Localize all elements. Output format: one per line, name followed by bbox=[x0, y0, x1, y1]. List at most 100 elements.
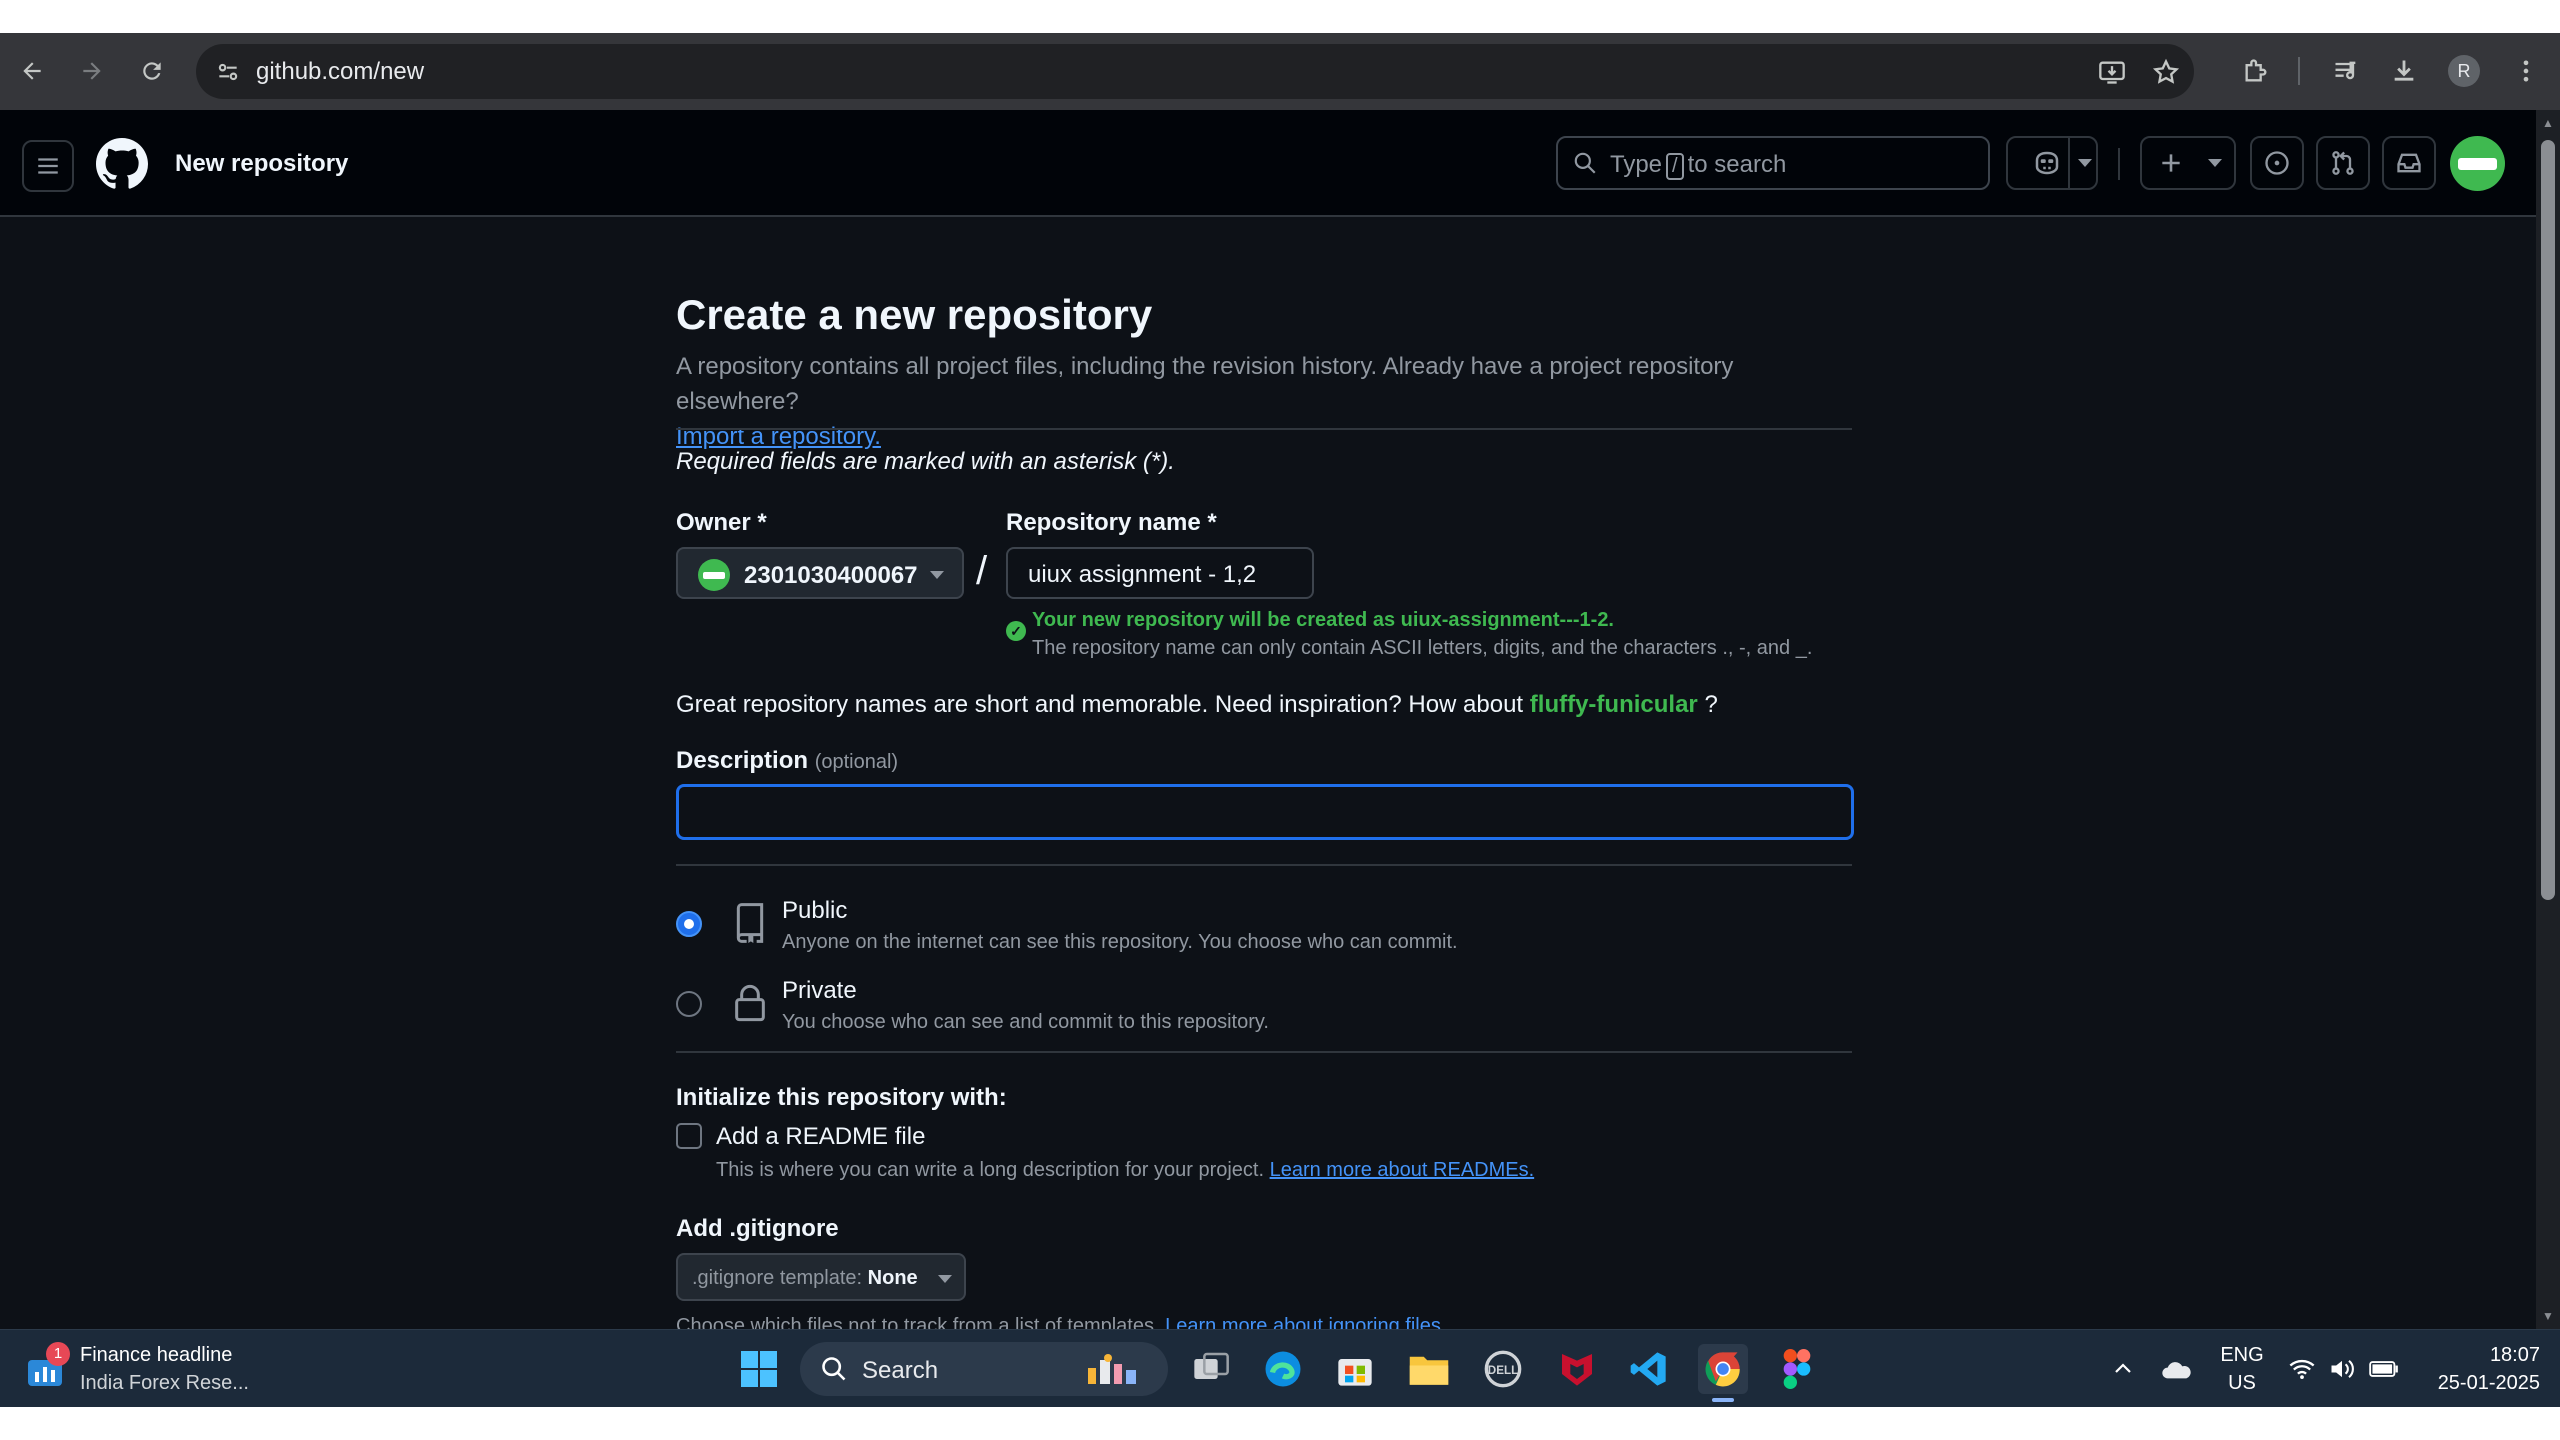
copilot-icon bbox=[2035, 151, 2059, 175]
browser-toolbar: github.com/new R bbox=[0, 33, 2560, 110]
learn-ignoring-files-link[interactable]: Learn more about ignoring files. bbox=[1165, 1315, 1446, 1329]
create-new-button[interactable] bbox=[2140, 136, 2236, 190]
gitignore-template-text: .gitignore template: None bbox=[692, 1267, 918, 1289]
scroll-thumb[interactable] bbox=[2541, 140, 2555, 900]
copilot-button[interactable] bbox=[2006, 136, 2098, 190]
task-view-icon[interactable] bbox=[1186, 1344, 1236, 1394]
gitignore-hint: Choose which files not to track from a l… bbox=[676, 1315, 1446, 1329]
volume-icon[interactable] bbox=[2320, 1344, 2364, 1394]
notifications-button[interactable] bbox=[2382, 136, 2436, 190]
back-icon[interactable] bbox=[12, 51, 52, 91]
page-description: A repository contains all project files,… bbox=[676, 353, 1734, 450]
show-hidden-icons-icon[interactable] bbox=[2098, 1344, 2148, 1394]
learn-readmes-link[interactable]: Learn more about READMEs. bbox=[1270, 1159, 1535, 1181]
windows-start-icon[interactable] bbox=[734, 1344, 784, 1394]
public-title[interactable]: Public bbox=[782, 897, 847, 925]
top-margin bbox=[0, 0, 2560, 33]
gitignore-template-dropdown[interactable]: .gitignore template: None bbox=[676, 1253, 966, 1301]
hamburger-icon bbox=[38, 158, 58, 174]
search-placeholder: Type / to search bbox=[1610, 151, 1787, 180]
file-explorer-icon[interactable] bbox=[1404, 1344, 1454, 1394]
split-divider bbox=[2068, 138, 2070, 188]
edge-browser-icon[interactable] bbox=[1258, 1344, 1308, 1394]
hamburger-menu-button[interactable] bbox=[22, 140, 74, 192]
public-radio[interactable] bbox=[676, 911, 702, 937]
microsoft-store-icon[interactable] bbox=[1330, 1344, 1380, 1394]
profile-initial: R bbox=[2448, 55, 2480, 87]
search-highlight-icon bbox=[1078, 1350, 1158, 1390]
onedrive-icon[interactable] bbox=[2152, 1344, 2202, 1394]
vscode-icon[interactable] bbox=[1624, 1344, 1674, 1394]
bookmark-star-icon[interactable] bbox=[2146, 52, 2186, 92]
owner-value: 2301030400067 bbox=[744, 562, 918, 589]
page-body: Create a new repository A repository con… bbox=[0, 217, 2536, 1329]
figma-icon[interactable] bbox=[1772, 1344, 1822, 1394]
media-control-icon[interactable] bbox=[2326, 51, 2366, 91]
install-app-icon[interactable] bbox=[2092, 52, 2132, 92]
user-avatar[interactable] bbox=[2450, 136, 2505, 191]
name-inspiration: Great repository names are short and mem… bbox=[676, 691, 1718, 718]
github-logo-icon[interactable] bbox=[96, 138, 148, 190]
repository-name-input[interactable]: uiux assignment - 1,2 bbox=[1006, 547, 1314, 599]
chevron-down-icon bbox=[938, 1275, 952, 1283]
owner-avatar bbox=[698, 559, 730, 591]
region-code[interactable]: US bbox=[2212, 1372, 2272, 1395]
svg-text:DELL: DELL bbox=[1488, 1364, 1518, 1377]
public-description: Anyone on the internet can see this repo… bbox=[782, 931, 1458, 953]
dell-icon[interactable]: DELL bbox=[1478, 1344, 1528, 1394]
private-description: You choose who can see and commit to thi… bbox=[782, 1011, 1269, 1033]
owner-dropdown[interactable]: 2301030400067 bbox=[676, 547, 964, 599]
forward-icon[interactable] bbox=[72, 51, 112, 91]
bottom-margin bbox=[0, 1407, 2560, 1440]
notification-badge: 1 bbox=[46, 1342, 70, 1366]
check-circle-icon: ✓ bbox=[1006, 621, 1026, 641]
reload-icon[interactable] bbox=[132, 51, 172, 91]
issues-button[interactable] bbox=[2250, 136, 2304, 190]
clock-date[interactable]: 25-01-2025 bbox=[2410, 1372, 2540, 1395]
repo-icon bbox=[732, 903, 768, 943]
url-text[interactable]: github.com/new bbox=[256, 58, 424, 86]
chrome-taskbar-icon[interactable] bbox=[1698, 1344, 1748, 1402]
widget-title[interactable]: Finance headline bbox=[80, 1344, 232, 1367]
slash-key: / bbox=[1666, 153, 1684, 180]
repository-name-label: Repository name * bbox=[1006, 509, 1217, 536]
battery-icon[interactable] bbox=[2362, 1344, 2406, 1394]
description-input[interactable] bbox=[676, 784, 1854, 840]
readme-checkbox[interactable] bbox=[676, 1123, 702, 1149]
divider bbox=[676, 1051, 1852, 1053]
description-label: Description (optional) bbox=[676, 747, 899, 774]
widget-subtitle[interactable]: India Forex Rese... bbox=[80, 1372, 249, 1395]
wifi-icon[interactable] bbox=[2280, 1344, 2324, 1394]
validation-success-text: Your new repository will be created as u… bbox=[1032, 609, 1614, 631]
search-input[interactable]: Type / to search bbox=[1556, 136, 1990, 190]
page-scrollbar[interactable]: ▲ ▼ bbox=[2536, 110, 2560, 1329]
site-settings-icon[interactable] bbox=[208, 52, 248, 92]
language-code[interactable]: ENG bbox=[2212, 1344, 2272, 1367]
windows-taskbar: 1 Finance headline India Forex Rese... S… bbox=[0, 1329, 2560, 1407]
search-icon bbox=[820, 1355, 848, 1388]
chevron-down-icon bbox=[2078, 159, 2092, 167]
downloads-icon[interactable] bbox=[2384, 51, 2424, 91]
readme-label[interactable]: Add a README file bbox=[716, 1123, 925, 1151]
taskbar-search[interactable]: Search bbox=[800, 1342, 1168, 1396]
plus-icon bbox=[2162, 154, 2180, 172]
extensions-icon[interactable] bbox=[2236, 51, 2276, 91]
private-title[interactable]: Private bbox=[782, 977, 857, 1005]
required-fields-note: Required fields are marked with an aster… bbox=[676, 448, 1175, 475]
suggested-name-link[interactable]: fluffy-funicular bbox=[1530, 691, 1698, 718]
clock-time[interactable]: 18:07 bbox=[2420, 1344, 2540, 1367]
private-radio[interactable] bbox=[676, 991, 702, 1017]
scroll-up-icon[interactable]: ▲ bbox=[2541, 116, 2555, 130]
pull-requests-button[interactable] bbox=[2316, 136, 2370, 190]
validation-hint-text: The repository name can only contain ASC… bbox=[1032, 637, 1813, 659]
header-divider bbox=[2118, 148, 2120, 180]
address-bar[interactable]: github.com/new bbox=[196, 44, 2194, 99]
chevron-down-icon bbox=[2208, 159, 2222, 167]
chrome-menu-icon[interactable] bbox=[2506, 51, 2546, 91]
page-context-title[interactable]: New repository bbox=[175, 150, 348, 178]
profile-avatar[interactable]: R bbox=[2444, 51, 2484, 91]
scroll-down-icon[interactable]: ▼ bbox=[2541, 1309, 2555, 1323]
inbox-icon bbox=[2397, 153, 2421, 173]
taskbar-search-label: Search bbox=[862, 1357, 939, 1384]
mcafee-icon[interactable] bbox=[1552, 1344, 1602, 1394]
